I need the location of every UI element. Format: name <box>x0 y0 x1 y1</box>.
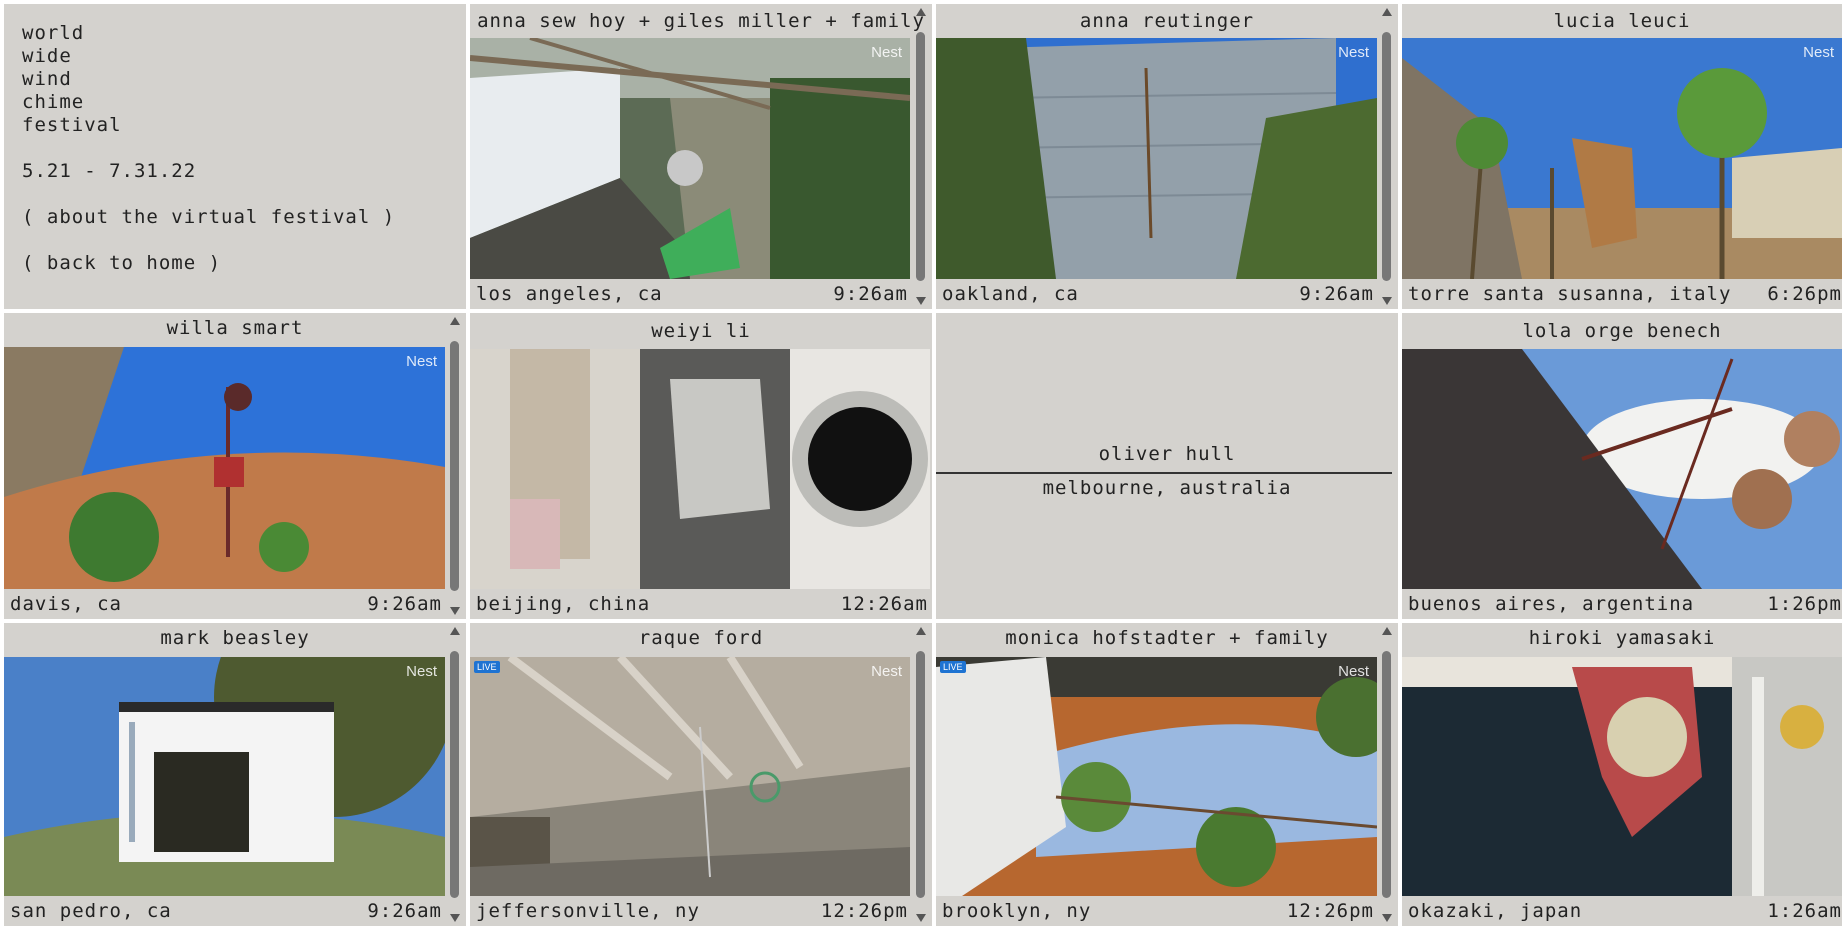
local-time: 12:26pm <box>1286 900 1374 922</box>
title-line-festival: festival <box>22 114 122 136</box>
camera-feed[interactable] <box>1402 657 1842 896</box>
festival-grid: world wide wind chime festival 5.21 - 7.… <box>0 0 1842 926</box>
nest-watermark: Nest <box>1338 44 1369 61</box>
participant-name: mark beasley <box>160 627 310 649</box>
feed-scrollbar[interactable] <box>1380 8 1394 305</box>
chime-cell: weiyi li beijing, china 12:26am <box>470 313 932 619</box>
title-line-chime: chime <box>22 91 85 113</box>
participant-name: lola orge benech <box>1522 320 1722 342</box>
cell-footer: oakland, ca 9:26am <box>936 279 1398 309</box>
camera-feed[interactable]: Nest <box>936 38 1377 279</box>
local-time: 9:26am <box>367 593 442 615</box>
live-badge: LIVE <box>474 661 500 673</box>
chime-cell: willa smart Nest davis, ca 9:26am <box>4 313 466 619</box>
location-label: oakland, ca <box>942 283 1079 305</box>
chime-cell: lola orge benech buenos aires, argentina… <box>1402 313 1842 619</box>
cell-footer: san pedro, ca 9:26am <box>4 896 466 926</box>
feed-scrollbar[interactable] <box>1380 627 1394 922</box>
location-label: buenos aires, argentina <box>1408 593 1695 615</box>
cell-footer: jeffersonville, ny 12:26pm <box>470 896 932 926</box>
location-label: brooklyn, ny <box>942 900 1092 922</box>
cell-footer: brooklyn, ny 12:26pm <box>936 896 1398 926</box>
participant-name: lucia leuci <box>1553 10 1691 32</box>
about-festival-link[interactable]: ( about the virtual festival ) <box>22 206 395 229</box>
back-to-home-link[interactable]: ( back to home ) <box>22 252 395 275</box>
cell-footer: beijing, china 12:26am <box>470 589 932 619</box>
nest-watermark: Nest <box>871 663 902 680</box>
cell-footer: los angeles, ca 9:26am <box>470 279 932 309</box>
participant-name: monica hofstadter + family <box>1005 627 1329 649</box>
participant-name: weiyi li <box>651 320 751 342</box>
festival-dates: 5.21 - 7.31.22 <box>22 160 197 182</box>
local-time: 9:26am <box>833 283 908 305</box>
title-line-wind: wind <box>22 68 72 90</box>
camera-feed[interactable]: LIVE Nest <box>470 657 910 896</box>
feed-scrollbar[interactable] <box>914 8 928 305</box>
local-time: 12:26pm <box>820 900 908 922</box>
local-time: 1:26pm <box>1767 593 1842 615</box>
chime-cell: monica hofstadter + family LIVE Nest bro… <box>936 623 1398 926</box>
local-time: 6:26pm <box>1767 283 1842 305</box>
location-label: san pedro, ca <box>10 900 172 922</box>
participant-name: willa smart <box>166 317 304 339</box>
feed-scrollbar[interactable] <box>914 627 928 922</box>
camera-feed[interactable] <box>1402 349 1842 589</box>
title-line-world: world <box>22 22 85 44</box>
nest-watermark: Nest <box>406 663 437 680</box>
location-label: melbourne, australia <box>1042 477 1292 499</box>
intro-panel: world wide wind chime festival 5.21 - 7.… <box>4 4 466 309</box>
nest-watermark: Nest <box>406 353 437 370</box>
chime-cell: raque ford LIVE Nest jeffersonville, ny … <box>470 623 932 926</box>
camera-feed[interactable]: LIVE Nest <box>936 657 1377 896</box>
location-label: beijing, china <box>476 593 651 615</box>
chime-cell: mark beasley Nest san pedro, ca 9:26am <box>4 623 466 926</box>
local-time: 9:26am <box>367 900 442 922</box>
participant-name: raque ford <box>638 627 764 649</box>
nest-watermark: Nest <box>1803 44 1834 61</box>
title-line-wide: wide <box>22 45 72 67</box>
feed-scrollbar[interactable] <box>448 317 462 615</box>
nest-watermark: Nest <box>871 44 902 61</box>
chime-cell: hiroki yamasaki okazaki, japan 1:26am <box>1402 623 1842 926</box>
participant-name: anna reutinger <box>1079 10 1255 32</box>
camera-feed[interactable]: Nest <box>4 347 445 589</box>
cell-footer: davis, ca 9:26am <box>4 589 466 619</box>
chime-cell: anna reutinger Nest oakland, ca 9:26am <box>936 4 1398 309</box>
cell-footer: torre santa susanna, italy 6:26pm <box>1402 279 1842 309</box>
divider <box>936 472 1392 474</box>
location-label: los angeles, ca <box>476 283 663 305</box>
location-label: jeffersonville, ny <box>476 900 700 922</box>
camera-feed[interactable]: Nest <box>4 657 445 896</box>
location-label: torre santa susanna, italy <box>1408 283 1732 305</box>
participant-name: oliver hull <box>1098 443 1236 465</box>
cell-footer: okazaki, japan 1:26am <box>1402 896 1842 926</box>
location-label: okazaki, japan <box>1408 900 1583 922</box>
local-time: 1:26am <box>1767 900 1842 922</box>
chime-cell: lucia leuci Nest torre santa susanna, it… <box>1402 4 1842 309</box>
participant-name: hiroki yamasaki <box>1528 627 1716 649</box>
nest-watermark: Nest <box>1338 663 1369 680</box>
local-time: 9:26am <box>1299 283 1374 305</box>
location-label: davis, ca <box>10 593 122 615</box>
camera-feed[interactable]: Nest <box>1402 38 1842 279</box>
camera-feed[interactable]: Nest <box>470 38 910 279</box>
camera-feed[interactable] <box>470 349 930 589</box>
live-badge: LIVE <box>940 661 966 673</box>
chime-cell: oliver hull melbourne, australia <box>936 313 1398 619</box>
chime-cell: anna sew hoy + giles miller + family Nes… <box>470 4 932 309</box>
feed-scrollbar[interactable] <box>448 627 462 922</box>
cell-footer: buenos aires, argentina 1:26pm <box>1402 589 1842 619</box>
local-time: 12:26am <box>840 593 928 615</box>
participant-name: anna sew hoy + giles miller + family <box>477 10 925 32</box>
